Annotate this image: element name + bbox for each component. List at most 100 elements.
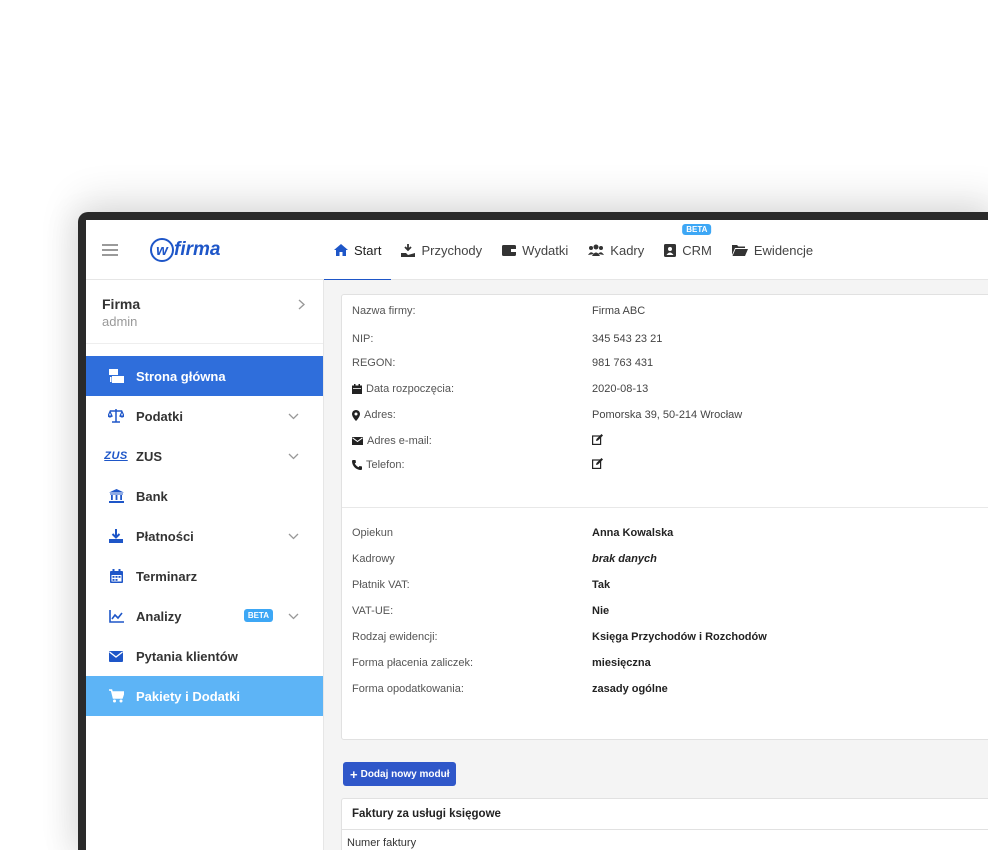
device-frame: w firma Start Przychody Wydatki Kadry BE…: [78, 212, 988, 850]
info-row-email: Adres e-mail:: [352, 431, 988, 451]
settings-row-kadrowy: Kadrowy brak danych: [352, 549, 988, 569]
tab-label: Kadry: [610, 242, 645, 258]
plus-icon: +: [350, 766, 358, 782]
sidebar-item-label: Pytania klientów: [136, 648, 238, 664]
invoices-title: Faktury za usługi księgowe: [352, 808, 501, 820]
company-switcher[interactable]: Firma admin: [86, 280, 323, 344]
settings-value: miesięczna: [592, 657, 651, 669]
tab-label: Ewidencje: [753, 242, 814, 258]
sidebar-item-terminarz[interactable]: Terminarz: [86, 556, 323, 596]
info-value: Pomorska 39, 50-214 Wrocław: [592, 409, 743, 421]
hamburger-menu-icon[interactable]: [102, 244, 118, 256]
home-icon: [334, 244, 348, 256]
settings-label: Kadrowy: [352, 553, 395, 565]
dashboard-icon: [108, 368, 124, 384]
info-row-data-rozpoczecia: Data rozpoczęcia: 2020-08-13: [352, 379, 988, 399]
info-label: Adres:: [352, 409, 592, 421]
crm-beta-badge: BETA: [682, 224, 712, 235]
add-module-label: Dodaj nowy moduł: [360, 768, 450, 780]
sidebar-item-label: Analizy: [136, 608, 182, 624]
section-divider: [342, 507, 988, 508]
info-row-nip: NIP: 345 543 23 21: [352, 329, 988, 349]
main-content: Nazwa firmy: Firma ABC NIP: 345 543 23 2…: [324, 280, 988, 850]
contact-book-icon: [664, 243, 677, 257]
settings-label: VAT-UE:: [352, 605, 394, 617]
analizy-beta-badge: BETA: [243, 609, 273, 622]
edit-email-icon[interactable]: [592, 434, 603, 448]
sidebar-item-platnosci[interactable]: Płatności: [86, 516, 323, 556]
info-label: Nazwa firmy:: [352, 305, 416, 317]
sidebar-item-pakiety-i-dodatki[interactable]: Pakiety i Dodatki: [86, 676, 323, 716]
sidebar-item-label: Płatności: [136, 528, 194, 544]
cart-icon: [108, 688, 124, 704]
sidebar-item-strona-glowna[interactable]: Strona główna: [86, 356, 323, 396]
settings-value: Nie: [592, 605, 610, 617]
info-row-regon: REGON: 981 763 431: [352, 353, 988, 373]
company-role: admin: [102, 314, 138, 329]
tab-crm[interactable]: BETA CRM: [654, 220, 722, 280]
invoices-card: Faktury za usługi księgowe Numer faktury: [341, 798, 988, 850]
company-info-card: Nazwa firmy: Firma ABC NIP: 345 543 23 2…: [341, 294, 988, 740]
sidebar-item-pytania-klientow[interactable]: Pytania klientów: [86, 636, 323, 676]
settings-label: Forma płacenia zaliczek:: [352, 657, 474, 669]
tab-wydatki[interactable]: Wydatki: [492, 220, 578, 280]
edit-phone-icon[interactable]: [592, 458, 603, 472]
tab-ewidencje[interactable]: Ewidencje: [722, 220, 823, 280]
settings-row-forma-opodatkowania: Forma opodatkowania: zasady ogólne: [352, 679, 988, 699]
logo-mark: w: [150, 238, 174, 262]
settings-row-vat-ue: VAT-UE: Nie: [352, 601, 988, 621]
folder-open-icon: [731, 244, 748, 256]
wfirma-logo[interactable]: w firma: [150, 238, 220, 262]
info-value: Firma ABC: [592, 305, 646, 317]
logo-text: firma: [174, 239, 221, 260]
sidebar-item-label: Pakiety i Dodatki: [136, 688, 241, 704]
info-label-text: Adres e-mail:: [367, 435, 432, 447]
tab-kadry[interactable]: Kadry: [578, 220, 654, 280]
zus-logo-icon: ZUS: [104, 448, 127, 464]
settings-value: Anna Kowalska: [592, 527, 674, 539]
info-row-nazwa: Nazwa firmy: Firma ABC: [352, 301, 988, 321]
info-value: 981 763 431: [592, 357, 654, 369]
tab-label: Wydatki: [522, 242, 569, 258]
settings-label: Forma opodatkowania:: [352, 683, 464, 695]
chevron-down-icon: [288, 448, 299, 463]
info-value: 345 543 23 21: [592, 333, 663, 345]
sidebar: Firma admin Strona główna Podatki ZUS ZU…: [86, 280, 324, 850]
invoices-divider: [342, 829, 988, 830]
settings-row-rodzaj-ewidencji: Rodzaj ewidencji: Księga Przychodów i Ro…: [352, 627, 988, 647]
tab-label: CRM: [682, 242, 712, 258]
settings-label: Opiekun: [352, 527, 393, 539]
add-module-button[interactable]: + Dodaj nowy moduł: [343, 762, 457, 786]
wallet-icon: [502, 244, 517, 256]
tab-przychody[interactable]: Przychody: [391, 220, 492, 280]
tab-label: Start: [354, 242, 382, 258]
settings-value: Tak: [592, 579, 611, 591]
info-row-telefon: Telefon:: [352, 455, 988, 475]
chevron-down-icon: [288, 408, 299, 423]
info-label: NIP:: [352, 333, 374, 345]
phone-icon: [352, 460, 362, 470]
sidebar-item-label: Podatki: [136, 408, 183, 424]
chevron-down-icon: [288, 608, 299, 623]
calendar-icon: [352, 384, 362, 394]
company-name: Firma: [102, 296, 141, 312]
users-icon: [588, 244, 605, 256]
sidebar-item-zus[interactable]: ZUS ZUS: [86, 436, 323, 476]
download-icon: [108, 528, 124, 544]
info-label: Data rozpoczęcia:: [352, 383, 592, 395]
sidebar-item-bank[interactable]: Bank: [86, 476, 323, 516]
settings-row-platnik-vat: Płatnik VAT: Tak: [352, 575, 988, 595]
sidebar-item-podatki[interactable]: Podatki: [86, 396, 323, 436]
settings-row-opiekun: Opiekun Anna Kowalska: [352, 523, 988, 543]
bank-icon: [108, 488, 124, 504]
chevron-right-icon: [298, 298, 306, 313]
info-label-text: Adres:: [364, 409, 396, 421]
top-bar: w firma Start Przychody Wydatki Kadry BE…: [86, 220, 988, 281]
tab-start[interactable]: Start: [324, 220, 392, 281]
envelope-icon: [108, 648, 124, 664]
settings-row-forma-zaliczek: Forma płacenia zaliczek: miesięczna: [352, 653, 988, 673]
settings-value: zasady ogólne: [592, 683, 668, 695]
sidebar-item-analizy[interactable]: Analizy BETA: [86, 596, 323, 636]
info-row-adres: Adres: Pomorska 39, 50-214 Wrocław: [352, 405, 988, 425]
sidebar-menu: Strona główna Podatki ZUS ZUS Bank Płatn…: [86, 356, 323, 716]
